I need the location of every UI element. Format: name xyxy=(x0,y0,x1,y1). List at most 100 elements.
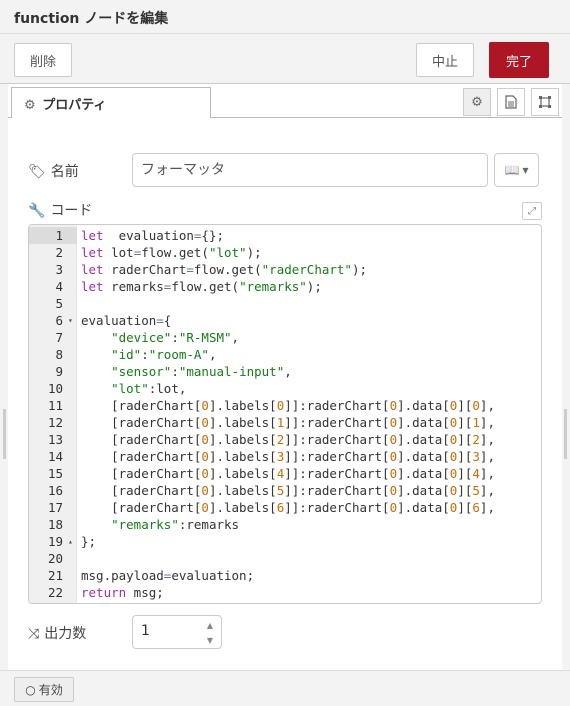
outputs-label: ⤨ 出力数 xyxy=(28,623,86,643)
enabled-toggle[interactable]: ○ 有効 xyxy=(14,677,74,702)
code-text: [raderChart[0].labels[5]]:raderChart[0].… xyxy=(81,483,495,498)
right-edge xyxy=(562,84,570,706)
code-text: "sensor":"manual-input", xyxy=(111,364,292,379)
line-number: 22 xyxy=(47,585,63,600)
description-tab-icon[interactable] xyxy=(497,88,525,116)
code-line: 6 ▾ evaluation={ xyxy=(29,312,541,329)
line-number: 20 xyxy=(47,551,63,566)
expand-editor-button[interactable]: ⤢ xyxy=(522,202,542,220)
code-line: 5 xyxy=(29,295,541,312)
outputs-spinner[interactable]: 1 ▲ ▼ xyxy=(132,615,222,649)
code-line: 20 xyxy=(29,550,541,567)
code-line: 3 let raderChart=flow.get("raderChart"); xyxy=(29,261,541,278)
code-text: "id":"room-A", xyxy=(111,347,217,362)
line-number: 12 xyxy=(47,415,63,430)
code-line: 1 let evaluation={}; xyxy=(29,227,541,244)
outputs-label-text: 出力数 xyxy=(44,626,87,642)
line-number: 8 xyxy=(55,347,63,362)
code-text: return msg; xyxy=(81,585,164,600)
line-number: 1 xyxy=(29,227,77,244)
outputs-value: 1 xyxy=(141,623,150,639)
line-number: 15 xyxy=(47,466,63,481)
line-number: 9 xyxy=(55,364,63,379)
code-text: "lot":lot, xyxy=(111,381,187,396)
line-number: 21 xyxy=(47,568,63,583)
code-line: 2 let lot=flow.get("lot"); xyxy=(29,244,541,261)
code-line: 22 return msg; xyxy=(29,584,541,601)
code-text: [raderChart[0].labels[6]]:raderChart[0].… xyxy=(81,500,495,515)
enabled-label: 有効 xyxy=(38,683,63,697)
left-resize-grip[interactable] xyxy=(3,409,6,459)
line-number: 2 xyxy=(55,245,63,260)
line-number: 16 xyxy=(47,483,63,498)
line-number: 4 xyxy=(55,279,63,294)
spinner-up-icon[interactable]: ▲ xyxy=(199,617,221,633)
dialog-title: function ノードを編集 xyxy=(0,0,570,34)
shuffle-icon: ⤨ xyxy=(28,626,40,642)
library-button[interactable]: 📖 ▼ xyxy=(494,153,539,187)
appearance-tab-icon[interactable] xyxy=(531,88,559,116)
code-text: [raderChart[0].labels[2]]:raderChart[0].… xyxy=(81,432,495,447)
code-text: let evaluation={}; xyxy=(81,228,225,243)
code-line: 14 [raderChart[0].labels[3]]:raderChart[… xyxy=(29,448,541,465)
line-number: 14 xyxy=(47,449,63,464)
done-button[interactable]: 完了 xyxy=(489,42,549,78)
line-number: 7 xyxy=(55,330,63,345)
line-number: 18 xyxy=(47,517,63,532)
properties-panel: 🏷 名前 フォーマッタ 📖 ▼ 🔧 コード ⤢ 1 let evaluation={};… xyxy=(8,118,562,670)
line-number: 5 xyxy=(55,296,63,311)
line-number: 10 xyxy=(47,381,63,396)
code-text: "remarks":remarks xyxy=(111,517,240,532)
code-line: 19 ▴}; xyxy=(29,533,541,550)
code-line: 8 "id":"room-A", xyxy=(29,346,541,363)
code-text: let lot=flow.get("lot"); xyxy=(81,245,262,260)
code-line: 17 [raderChart[0].labels[6]]:raderChart[… xyxy=(29,499,541,516)
left-edge xyxy=(0,84,8,706)
code-text: [raderChart[0].labels[4]]:raderChart[0].… xyxy=(81,466,495,481)
circle-icon: ○ xyxy=(25,682,36,697)
tab-bar: ⚙ プロパティ ⚙ xyxy=(8,84,562,119)
name-label: 🏷 名前 xyxy=(28,161,79,181)
line-number: 3 xyxy=(55,262,63,277)
name-input[interactable]: フォーマッタ xyxy=(132,153,488,187)
code-line: 12 [raderChart[0].labels[1]]:raderChart[… xyxy=(29,414,541,431)
right-resize-grip[interactable] xyxy=(564,409,567,459)
line-number: 13 xyxy=(47,432,63,447)
book-icon: 📖 xyxy=(504,163,520,177)
code-text: [raderChart[0].labels[3]]:raderChart[0].… xyxy=(81,449,495,464)
code-text: let remarks=flow.get("remarks"); xyxy=(81,279,322,294)
code-label: 🔧 コード xyxy=(28,200,92,220)
code-line: 4 let remarks=flow.get("remarks"); xyxy=(29,278,541,295)
code-text: evaluation={ xyxy=(81,313,172,328)
code-text: msg.payload=evaluation; xyxy=(81,568,255,583)
wrench-icon: 🔧 xyxy=(28,203,46,219)
cancel-button[interactable]: 中止 xyxy=(416,43,474,77)
code-text: }; xyxy=(81,534,97,549)
code-line: 9 "sensor":"manual-input", xyxy=(29,363,541,380)
tab-properties-label: プロパティ xyxy=(42,98,107,113)
expand-icon: ⤢ xyxy=(528,205,536,217)
settings-tab-icon[interactable]: ⚙ xyxy=(463,88,491,116)
code-text: "device":"R-MSM", xyxy=(111,330,240,345)
fold-up-icon[interactable]: ▴ xyxy=(68,533,73,550)
gear-icon: ⚙ xyxy=(24,98,36,113)
tag-icon: 🏷 xyxy=(28,164,46,180)
code-label-text: コード xyxy=(50,203,93,219)
tab-properties[interactable]: ⚙ プロパティ xyxy=(11,87,211,119)
line-number: 11 xyxy=(47,398,63,413)
delete-button[interactable]: 削除 xyxy=(14,43,72,77)
code-line: 10 "lot":lot, xyxy=(29,380,541,397)
name-label-text: 名前 xyxy=(50,164,79,180)
code-line: 18 "remarks":remarks xyxy=(29,516,541,533)
code-text: [raderChart[0].labels[1]]:raderChart[0].… xyxy=(81,415,495,430)
code-editor[interactable]: 1 let evaluation={}; 2 let lot=flow.get("lo… xyxy=(28,224,542,604)
code-text: [raderChart[0].labels[0]]:raderChart[0].… xyxy=(81,398,495,413)
fold-down-icon[interactable]: ▾ xyxy=(68,312,73,329)
code-line: 15 [raderChart[0].labels[4]]:raderChart[… xyxy=(29,465,541,482)
dialog-toolbar: 削除 中止 完了 xyxy=(0,34,570,84)
spinner-down-icon[interactable]: ▼ xyxy=(199,632,221,648)
code-line: 21 msg.payload=evaluation; xyxy=(29,567,541,584)
line-number: 17 xyxy=(47,500,63,515)
code-line: 7 "device":"R-MSM", xyxy=(29,329,541,346)
code-line: 11 [raderChart[0].labels[0]]:raderChart[… xyxy=(29,397,541,414)
